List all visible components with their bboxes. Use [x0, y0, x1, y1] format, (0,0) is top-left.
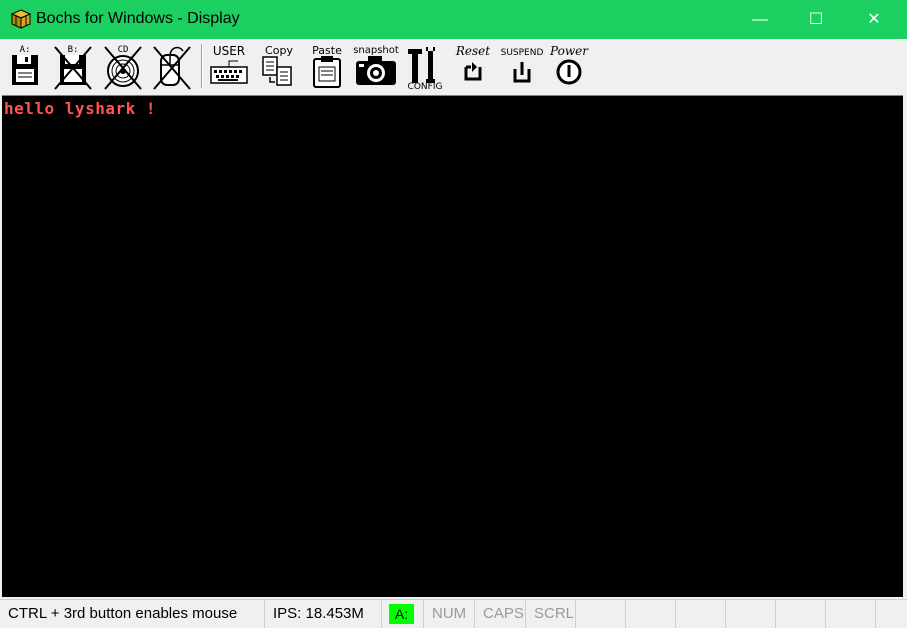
scroll-lock-indicator: SCRL — [526, 600, 576, 628]
user-label: USER — [213, 44, 245, 58]
tools-icon: CONFIG — [408, 47, 443, 91]
reset-label: Reset — [455, 44, 490, 58]
mouse-button[interactable] — [151, 41, 193, 91]
floppy-b-button[interactable]: B: — [53, 41, 93, 91]
drive-indicator-cell: A: — [382, 600, 424, 628]
suspend-label: SUSPEND — [501, 48, 543, 58]
status-cell-empty — [676, 600, 726, 628]
num-lock-indicator: NUM — [424, 600, 475, 628]
config-button[interactable]: CONFIG — [405, 41, 445, 91]
emulator-display[interactable]: hello lyshark ! — [2, 95, 903, 597]
cdrom-disabled-icon: CD — [104, 45, 142, 90]
reset-button[interactable]: Reset — [452, 41, 494, 91]
floppy-a-button[interactable]: A: — [8, 41, 42, 91]
keyboard-icon: USER — [210, 44, 248, 84]
title-bar: Bochs for Windows - Display — ☐ ✕ — [0, 0, 907, 39]
camera-icon: snapshot — [353, 45, 399, 85]
toolbar-separator — [201, 44, 203, 88]
power-icon: Power — [549, 44, 589, 85]
status-cell-empty — [626, 600, 676, 628]
status-cell-empty — [576, 600, 626, 628]
power-button[interactable]: Power — [548, 41, 590, 91]
snapshot-label: snapshot — [353, 45, 399, 56]
minimize-button[interactable]: — — [737, 0, 783, 39]
floppy-disk-disabled-icon: B: — [54, 45, 92, 90]
maximize-button[interactable]: ☐ — [793, 0, 839, 39]
suspend-icon: SUSPEND — [501, 48, 543, 83]
display-output-text: hello lyshark ! — [4, 99, 156, 118]
power-label: Power — [549, 44, 589, 58]
paste-label: Paste — [312, 44, 342, 57]
paste-button[interactable]: Paste — [308, 41, 346, 91]
ips-readout: IPS: 18.453M — [265, 600, 382, 628]
copy-icon: Copy — [262, 44, 293, 86]
cdrom-label: CD — [118, 45, 129, 55]
user-button[interactable]: USER — [208, 41, 250, 91]
caps-lock-indicator: CAPS — [475, 600, 526, 628]
floppy-b-label: B: — [68, 45, 79, 55]
status-cell-empty — [826, 600, 876, 628]
status-cell-empty — [776, 600, 826, 628]
mouse-disabled-icon — [153, 46, 191, 90]
config-label: CONFIG — [408, 82, 443, 91]
floppy-disk-icon: A: — [12, 45, 38, 85]
copy-label: Copy — [265, 44, 293, 57]
floppy-a-label: A: — [20, 45, 31, 55]
copy-button[interactable]: Copy — [259, 41, 297, 91]
suspend-button[interactable]: SUSPEND — [501, 41, 543, 91]
clipboard-icon: Paste — [312, 44, 342, 88]
reset-icon: Reset — [455, 44, 490, 81]
cdrom-button[interactable]: CD — [102, 41, 144, 91]
bochs-app-icon[interactable] — [11, 9, 31, 29]
mouse-hint-text: CTRL + 3rd button enables mouse — [0, 600, 265, 628]
toolbar: A: B: CD USER Copy Paste snapshot CONFIG… — [0, 39, 907, 95]
status-bar: CTRL + 3rd button enables mouse IPS: 18.… — [0, 599, 907, 628]
close-button[interactable]: ✕ — [851, 0, 897, 39]
window-title: Bochs for Windows - Display — [36, 10, 240, 27]
floppy-a-activity-led: A: — [389, 604, 414, 624]
snapshot-button[interactable]: snapshot — [352, 41, 400, 91]
status-cell-empty — [726, 600, 776, 628]
